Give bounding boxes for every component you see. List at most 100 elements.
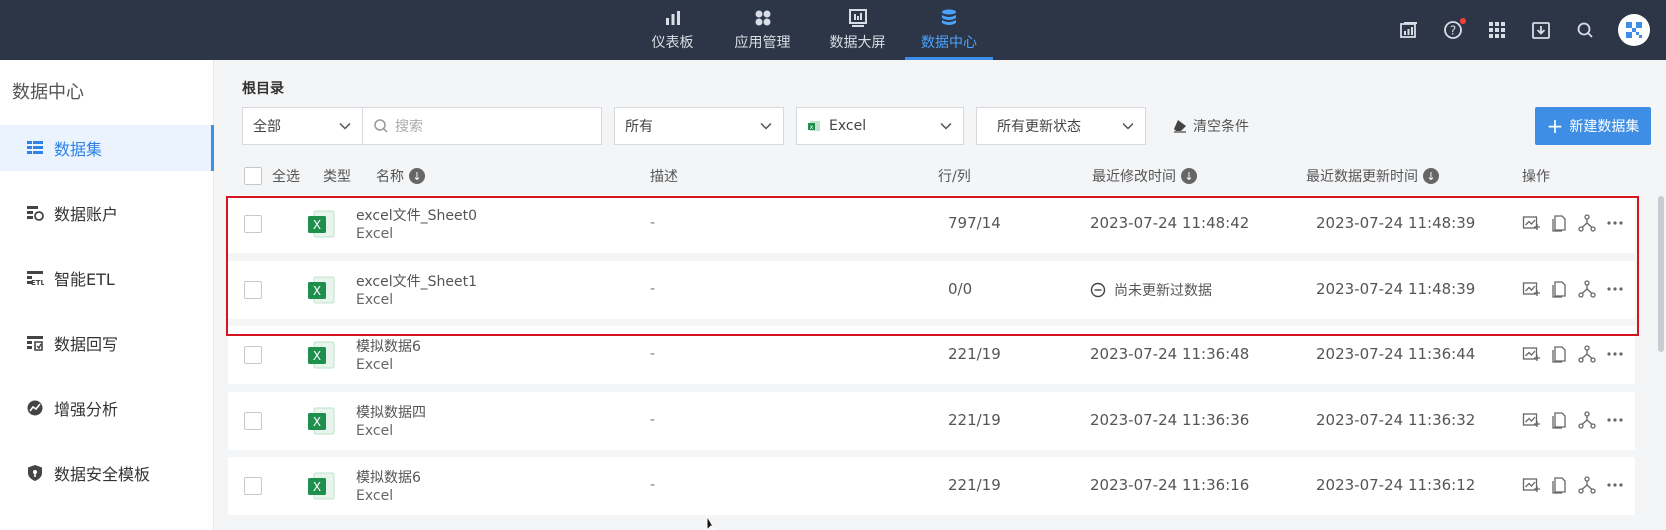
rows-cols: 221/19 bbox=[948, 476, 1001, 494]
search-icon bbox=[374, 119, 388, 133]
bar-chart-icon bbox=[665, 11, 680, 25]
grid-menu-icon[interactable] bbox=[1486, 19, 1508, 41]
dataset-desc: - bbox=[650, 412, 656, 428]
create-chart-icon[interactable] bbox=[1521, 475, 1541, 495]
dataset-title: 模拟数据6 bbox=[356, 470, 421, 486]
copy-icon[interactable] bbox=[1549, 475, 1569, 495]
select-all-checkbox[interactable] bbox=[244, 167, 262, 185]
dataset-type: Excel bbox=[356, 423, 394, 439]
update-status-select[interactable]: 所有更新状态 bbox=[976, 107, 1146, 145]
lineage-icon[interactable] bbox=[1577, 344, 1597, 364]
rows-cols: 221/19 bbox=[948, 345, 1001, 363]
dataset-desc: - bbox=[650, 477, 656, 493]
search-input[interactable]: 搜索 bbox=[362, 107, 602, 145]
updated-time: 2023-07-24 11:36:44 bbox=[1316, 345, 1476, 363]
scope-select-value: 全部 bbox=[253, 119, 281, 135]
nav-item-apps[interactable]: 应用管理 bbox=[715, 0, 810, 60]
nav-label: 应用管理 bbox=[734, 35, 791, 51]
sort-icon[interactable]: ↓ bbox=[1181, 168, 1197, 184]
row-checkbox[interactable] bbox=[244, 412, 262, 430]
copy-icon[interactable] bbox=[1549, 410, 1569, 430]
create-chart-icon[interactable] bbox=[1521, 410, 1541, 430]
table-row[interactable]: X 模拟数据四 Excel - 221/19 2023-07-24 11:36:… bbox=[228, 392, 1635, 450]
select-all[interactable]: 全选 bbox=[244, 166, 300, 186]
header-modified[interactable]: 最近修改时间 ↓ bbox=[1092, 166, 1197, 186]
excel-file-icon: X bbox=[308, 472, 335, 500]
header-name-label: 名称 bbox=[376, 169, 404, 185]
header-type: 类型 bbox=[323, 169, 351, 185]
modified-time: 2023-07-24 11:36:16 bbox=[1090, 476, 1250, 494]
sidebar-item-etl[interactable]: ETL 智能ETL bbox=[0, 255, 214, 301]
scope-select[interactable]: 全部 bbox=[242, 107, 363, 145]
row-actions bbox=[1521, 344, 1633, 364]
nav-item-dashboard[interactable]: 仪表板 bbox=[630, 0, 715, 60]
lineage-icon[interactable] bbox=[1577, 410, 1597, 430]
report-icon[interactable] bbox=[1398, 19, 1420, 41]
table-row[interactable]: X 模拟数据6 Excel - 221/19 2023-07-24 11:36:… bbox=[228, 457, 1635, 515]
sort-icon[interactable]: ↓ bbox=[409, 168, 425, 184]
modified-time: 2023-07-24 11:36:48 bbox=[1090, 345, 1250, 363]
nav-label: 数据大屏 bbox=[829, 35, 886, 51]
sidebar: 数据中心 数据集 数据账户 ETL 智能ETL 数据回写 增强分析 数据安全模板 bbox=[0, 60, 214, 530]
excel-file-icon: X bbox=[308, 407, 335, 435]
lineage-icon[interactable] bbox=[1577, 475, 1597, 495]
owner-select-value: 所有 bbox=[625, 119, 653, 135]
avatar[interactable] bbox=[1618, 14, 1650, 46]
search-icon[interactable] bbox=[1574, 19, 1596, 41]
svg-text:x: x bbox=[810, 124, 814, 131]
chevron-down-icon bbox=[940, 122, 952, 130]
clear-filters-button[interactable]: 清空条件 bbox=[1172, 116, 1249, 136]
row-checkbox[interactable] bbox=[244, 346, 262, 364]
sidebar-item-analysis[interactable]: 增强分析 bbox=[0, 385, 214, 431]
search-placeholder: 搜索 bbox=[395, 119, 423, 135]
row-checkbox[interactable] bbox=[244, 477, 262, 495]
breadcrumb[interactable]: 根目录 bbox=[242, 78, 284, 98]
sidebar-title: 数据中心 bbox=[12, 82, 84, 103]
new-dataset-button[interactable]: + 新建数据集 bbox=[1535, 107, 1651, 145]
excel-file-icon: X bbox=[308, 341, 335, 369]
select-all-label: 全选 bbox=[272, 169, 300, 185]
update-status-value: 所有更新状态 bbox=[997, 119, 1081, 135]
header-name[interactable]: 名称 ↓ bbox=[376, 166, 425, 186]
dataset-name[interactable]: 模拟数据四 Excel bbox=[356, 404, 426, 440]
nav-item-big-screen[interactable]: 数据大屏 bbox=[810, 0, 905, 60]
dataset-icon bbox=[26, 139, 44, 157]
dataset-type: Excel bbox=[356, 488, 394, 504]
sidebar-item-label: 数据账户 bbox=[54, 205, 119, 224]
header-updated[interactable]: 最近数据更新时间 ↓ bbox=[1306, 166, 1439, 186]
sidebar-item-label: 智能ETL bbox=[54, 270, 115, 289]
nav-item-data-center[interactable]: 数据中心 bbox=[905, 0, 993, 60]
sidebar-item-label: 数据回写 bbox=[54, 335, 119, 354]
writeback-icon bbox=[26, 334, 44, 352]
analysis-icon bbox=[26, 399, 44, 417]
create-chart-icon[interactable] bbox=[1521, 344, 1541, 364]
excel-icon: x bbox=[808, 121, 820, 131]
sidebar-item-data-account[interactable]: 数据账户 bbox=[0, 190, 214, 236]
copy-icon[interactable] bbox=[1549, 344, 1569, 364]
row-actions bbox=[1521, 410, 1633, 430]
more-icon[interactable] bbox=[1605, 344, 1625, 364]
source-select[interactable]: x Excel bbox=[796, 107, 964, 145]
top-right-toolbar: ? bbox=[1398, 0, 1666, 60]
more-icon[interactable] bbox=[1605, 410, 1625, 430]
download-icon[interactable] bbox=[1530, 19, 1552, 41]
dataset-type: Excel bbox=[356, 357, 394, 373]
chevron-down-icon bbox=[1122, 122, 1134, 130]
rows-cols: 221/19 bbox=[948, 411, 1001, 429]
updated-time: 2023-07-24 11:36:32 bbox=[1316, 411, 1476, 429]
selection-highlight bbox=[226, 196, 1639, 336]
owner-select[interactable]: 所有 bbox=[614, 107, 784, 145]
help-icon[interactable]: ? bbox=[1442, 18, 1466, 41]
scrollbar[interactable] bbox=[1658, 196, 1664, 352]
sidebar-item-writeback[interactable]: 数据回写 bbox=[0, 320, 214, 366]
dataset-name[interactable]: 模拟数据6 Excel bbox=[356, 338, 421, 374]
sidebar-item-dataset[interactable]: 数据集 bbox=[0, 125, 214, 171]
header-ops: 操作 bbox=[1522, 169, 1550, 185]
sidebar-item-security-template[interactable]: 数据安全模板 bbox=[0, 450, 214, 496]
header-modified-label: 最近修改时间 bbox=[1092, 169, 1176, 185]
sort-icon[interactable]: ↓ bbox=[1423, 168, 1439, 184]
updated-time: 2023-07-24 11:36:12 bbox=[1316, 476, 1476, 494]
shield-icon bbox=[26, 464, 44, 482]
more-icon[interactable] bbox=[1605, 475, 1625, 495]
dataset-name[interactable]: 模拟数据6 Excel bbox=[356, 469, 421, 505]
